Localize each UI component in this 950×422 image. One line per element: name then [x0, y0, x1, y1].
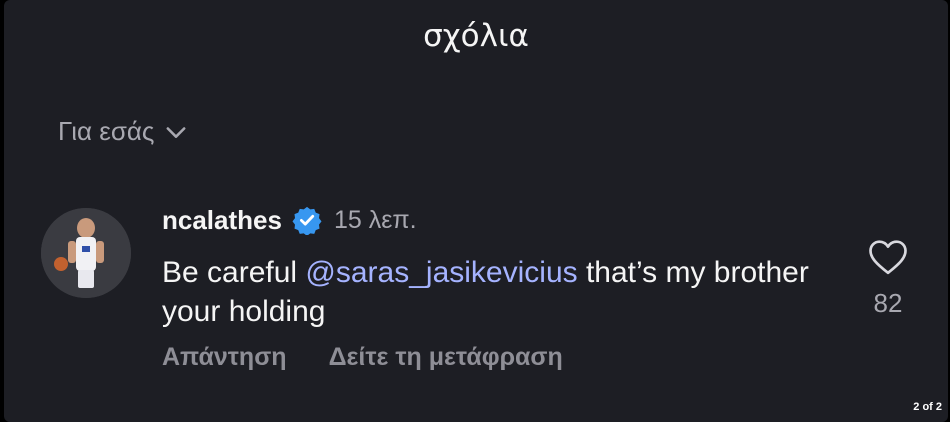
comment-actions: Απάντηση Δείτε τη μετάφραση — [162, 343, 842, 372]
sort-filter-dropdown[interactable]: Για εσάς — [58, 116, 190, 147]
comments-title: σχόλια — [423, 18, 529, 54]
comment-text: Be careful @saras_jasikevicius that’s my… — [162, 253, 842, 331]
chevron-down-icon — [166, 126, 186, 138]
comment-header: ncalathes 15 λεπ. — [162, 200, 842, 240]
like-count: 82 — [873, 288, 903, 318]
heart-icon[interactable] — [868, 238, 908, 276]
page-indicator: 2 of 2 — [913, 401, 942, 413]
comments-sheet: σχόλια Για εσάς ncalathes 15 λεπ. Be car… — [4, 0, 948, 422]
comment-text-part: Be careful — [162, 256, 306, 289]
avatar-photo — [41, 208, 131, 298]
like-control: 82 — [862, 238, 914, 319]
verified-badge-icon — [292, 206, 322, 235]
comment-timestamp: 15 λεπ. — [333, 205, 417, 234]
avatar[interactable] — [41, 208, 131, 298]
comment-username[interactable]: ncalathes — [162, 205, 282, 236]
see-translation-button[interactable]: Δείτε τη μετάφραση — [329, 343, 563, 372]
sort-filter-label: Για εσάς — [58, 116, 155, 146]
mention-link[interactable]: @saras_jasikevicius — [305, 256, 577, 289]
reply-button[interactable]: Απάντηση — [162, 343, 287, 372]
comment: ncalathes 15 λεπ. Be careful @saras_jasi… — [162, 200, 842, 372]
